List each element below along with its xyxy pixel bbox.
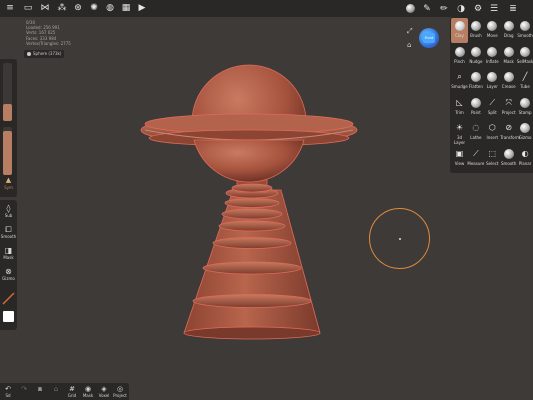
model-ring [202,261,302,275]
model-ring [218,220,286,232]
tool-label: Clay [455,33,464,38]
tool-label: Smooth [500,160,517,166]
tool-label: Flatten [468,84,483,89]
smooth-icon [503,148,514,159]
tool-lathe[interactable]: ◌ Lathe [467,120,484,145]
transform-icon: ⊘ [505,123,513,132]
tool-nudge[interactable]: Nudge [467,44,484,69]
tool-label: Smooth [517,33,533,38]
model-ring [224,198,280,208]
tool-label: Lathe [470,135,482,140]
nudge-icon [470,46,481,57]
clay-icon [454,21,465,31]
tool-view[interactable]: ▣ View [451,146,468,171]
split-icon: ⟋ [489,97,496,107]
tool-smooth[interactable]: Smooth [517,18,533,43]
insert-icon: ⬡ [488,123,496,132]
move-icon [487,21,498,31]
tool-label: Layer [486,84,498,89]
tool-label: Trim [455,109,464,115]
inflate-icon [487,46,498,57]
tool-tube[interactable]: ╱ Tube [517,69,533,94]
tool-label: Stamp [518,109,532,115]
model-ring [192,294,312,308]
tool-smudge[interactable]: ⌕ Smudge [451,69,468,94]
tool-pinch[interactable]: Pinch [451,44,468,69]
selmask-icon [520,46,531,57]
tool-3d-layer[interactable]: ☀ 3d Layer [451,120,468,145]
tool-label: Project [501,109,516,115]
paint-icon [470,97,481,108]
tool-label: Mask [503,58,514,64]
tool-label: View [454,160,465,166]
drag-icon [503,21,514,31]
stamp-icon [520,97,531,108]
tool-label: Drag [503,33,514,38]
tool-trim[interactable]: ◺ Trim [451,95,468,120]
tool-inflate[interactable]: Inflate [484,44,501,69]
tool-drag[interactable]: Drag [500,18,517,43]
planar-icon: ◐ [521,148,529,158]
tool-brush[interactable]: Brush [467,18,484,43]
tube-icon: ╱ [522,72,528,81]
flatten-icon [470,72,481,82]
tool-project[interactable]: ⤧ Project [500,95,517,120]
tool-label: 3d Layer [453,135,466,145]
tool-label: Insert [486,135,499,140]
tool-label: Gizmo [518,135,532,140]
tool-measure[interactable]: ⟋ Measure [467,146,484,171]
tool-label: Crease [501,84,516,89]
pinch-icon [454,46,465,57]
crease-icon [503,72,514,82]
3d-layer-icon: ☀ [455,123,464,132]
tool-label: Nudge [469,58,483,64]
tool-mask[interactable]: Mask [500,44,517,69]
tool-label: Tube [520,84,530,89]
tool-move[interactable]: Move [484,18,501,43]
mask-icon [503,46,514,57]
model-ring [212,237,292,249]
view-icon: ▣ [455,148,464,158]
tool-label: Planar [518,160,532,166]
trim-icon: ◺ [456,97,463,107]
tool-label: Pinch [454,58,465,64]
tool-label: Inflate [485,58,499,64]
tool-label: Brush [470,33,482,38]
brush-icon [470,21,481,31]
tool-label: Paint [470,109,481,115]
tool-palette: Clay Brush Move Drag Smooth Pinch Nudge Inflate… [450,17,533,173]
tool-flatten[interactable]: Flatten [467,69,484,94]
smooth-icon [520,21,531,31]
tool-selmask[interactable]: SelMask [517,44,533,69]
tool-transform[interactable]: ⊘ Transform [500,120,520,145]
tool-label: Select [486,160,499,166]
tool-insert[interactable]: ⬡ Insert [484,120,501,145]
smudge-icon: ⌕ [457,72,462,81]
tool-smooth[interactable]: Smooth [500,146,517,171]
tool-label: Split [487,109,497,115]
tool-planar[interactable]: ◐ Planar [517,146,533,171]
tool-label: Measure [467,160,485,166]
layer-icon [487,72,498,82]
tool-select[interactable]: ⬚ Select [484,146,501,171]
select-icon: ⬚ [488,148,497,158]
tool-paint[interactable]: Paint [467,95,484,120]
lathe-icon: ◌ [472,123,480,132]
tool-clay[interactable]: Clay [451,18,468,43]
measure-icon: ⟋ [473,148,479,158]
tool-crease[interactable]: Crease [500,69,517,94]
model-ring [221,208,283,220]
tool-layer[interactable]: Layer [484,69,501,94]
tool-label: Move [486,33,498,38]
gizmo-icon [520,123,531,133]
project-icon: ⤧ [505,97,512,107]
tool-gizmo[interactable]: Gizmo [517,120,533,145]
tool-split[interactable]: ⟋ Split [484,95,501,120]
tool-label: SelMask [516,58,533,64]
tool-stamp[interactable]: Stamp [517,95,533,120]
tool-label: Smudge [451,84,468,89]
brush-cursor-center [399,238,401,240]
